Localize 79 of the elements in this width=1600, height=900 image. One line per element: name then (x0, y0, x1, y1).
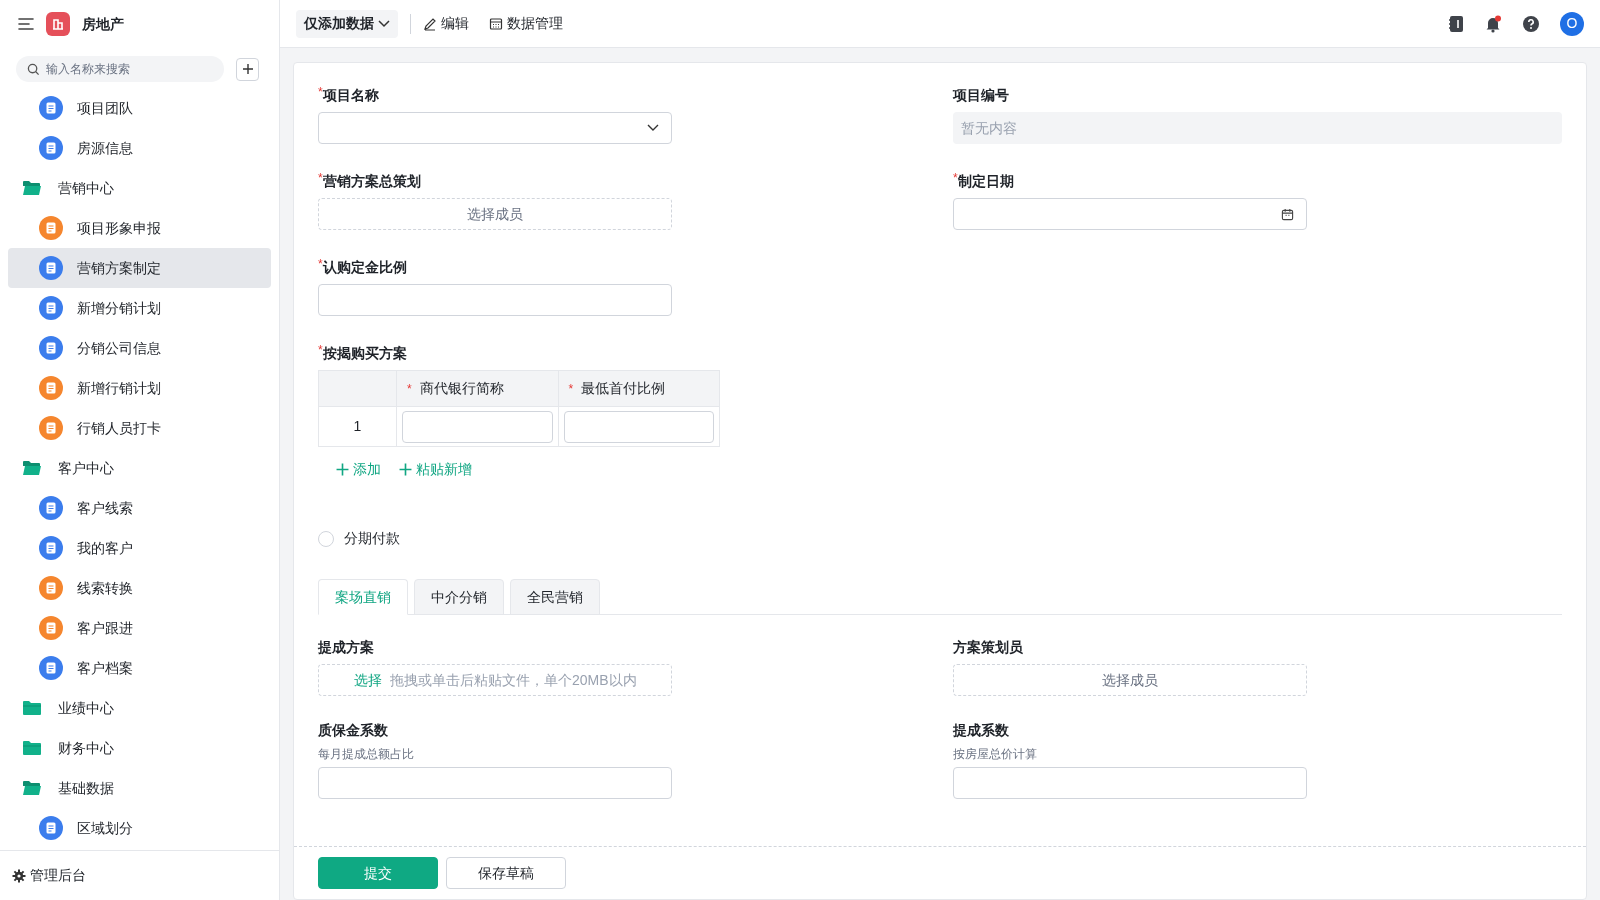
table-icon (489, 16, 503, 31)
required-mark: * (407, 382, 412, 396)
required-mark: * (318, 257, 323, 271)
column-header: 商代银行简称 (419, 380, 504, 396)
settings-icon (12, 868, 26, 883)
sidebar-folder[interactable]: 业绩中心 (8, 688, 271, 728)
sidebar-item[interactable]: 分销公司信息 (8, 328, 271, 368)
member-picker[interactable]: 选择成员 (318, 198, 672, 230)
upload-hint: 拖拽或单击后粘贴文件，单个20MB以内 (390, 670, 637, 690)
field-description: 每月提成总额占比 (318, 746, 415, 763)
required-mark: * (318, 85, 323, 99)
chevron-down-icon (378, 19, 390, 28)
text-field[interactable] (563, 410, 714, 443)
field-description: 按房屋总价计算 (953, 746, 1038, 763)
field-label: 制定日期 (957, 172, 1014, 191)
column-header: 最低首付比例 (581, 380, 666, 396)
required-mark: * (318, 343, 323, 357)
sidebar-item[interactable]: 线索转换 (8, 568, 271, 608)
plus-icon (241, 63, 254, 75)
required-mark: * (568, 382, 574, 396)
plus-icon (336, 463, 349, 476)
sidebar-item[interactable]: 项目团队 (8, 88, 271, 128)
field-label: 提成系数 (953, 721, 1009, 740)
sidebar-item[interactable]: 客户档案 (8, 648, 271, 688)
sidebar-item[interactable]: 房源信息 (8, 128, 271, 168)
chevron-down-icon (647, 124, 659, 132)
field-label: 按揭购买方案 (322, 344, 407, 363)
calendar-icon (1281, 207, 1294, 221)
user-avatar[interactable]: O (1560, 11, 1584, 36)
data-manage-button[interactable]: 数据管理 (489, 13, 563, 34)
search-field[interactable]: 输入名称来搜索 (16, 56, 224, 82)
field-label: 认购定金比例 (322, 258, 407, 277)
save-draft-button[interactable]: 保存草稿 (446, 857, 566, 889)
required-mark: * (953, 171, 958, 185)
text-field[interactable] (402, 410, 553, 443)
sidebar-item[interactable]: 行销人员打卡 (8, 408, 271, 448)
sidebar-item[interactable]: 营销方案制定 (8, 248, 271, 288)
tab[interactable]: 中介分销 (414, 579, 504, 615)
sidebar-item[interactable]: 新增分销计划 (8, 288, 271, 328)
sidebar-folder[interactable]: 客户中心 (8, 448, 271, 488)
text-field[interactable] (318, 284, 672, 316)
field-label: 营销方案总策划 (322, 172, 421, 191)
date-field[interactable] (953, 198, 1307, 230)
sidebar-item[interactable]: 区域划分 (8, 808, 271, 848)
sidebar-folder[interactable]: 基础数据 (8, 768, 271, 808)
required-mark: * (318, 171, 323, 185)
field-label: 质保金系数 (318, 721, 388, 740)
app-title: 房地产 (82, 14, 124, 34)
text-field[interactable] (953, 767, 1307, 799)
admin-link[interactable]: 管理后台 (30, 865, 86, 886)
text-field[interactable] (318, 767, 672, 799)
disabled-field: 暂无内容 (953, 112, 1562, 144)
field-label: 提成方案 (318, 638, 374, 657)
app-logo (46, 12, 70, 36)
member-picker[interactable]: 选择成员 (953, 664, 1307, 696)
sidebar-item[interactable]: 新增行销计划 (8, 368, 271, 408)
notification-icon[interactable] (1484, 14, 1502, 33)
sidebar-item[interactable]: 客户跟进 (8, 608, 271, 648)
radio-label: 分期付款 (344, 529, 400, 548)
help-icon[interactable] (1522, 14, 1540, 33)
edit-button[interactable]: 编辑 (423, 13, 469, 34)
plus-icon (399, 463, 412, 476)
field-label: 项目编号 (953, 86, 1009, 105)
tab[interactable]: 全民营销 (510, 579, 600, 615)
sidebar-folder[interactable]: 营销中心 (8, 168, 271, 208)
field-label: 方案策划员 (953, 638, 1023, 657)
sidebar-item[interactable]: 客户线索 (8, 488, 271, 528)
menu-icon[interactable] (18, 17, 34, 31)
add-button[interactable] (236, 57, 259, 81)
pencil-icon (423, 16, 437, 31)
notebook-icon[interactable] (1448, 14, 1464, 33)
search-icon (27, 62, 40, 76)
sidebar-item[interactable]: 我的客户 (8, 528, 271, 568)
view-menu-button[interactable]: 仅添加数据 (296, 9, 398, 38)
select-field[interactable] (318, 112, 672, 144)
sidebar-folder[interactable]: 财务中心 (8, 728, 271, 768)
row-number: 1 (318, 406, 397, 447)
sidebar-item[interactable]: 项目形象申报 (8, 208, 271, 248)
field-label: 项目名称 (322, 86, 379, 105)
